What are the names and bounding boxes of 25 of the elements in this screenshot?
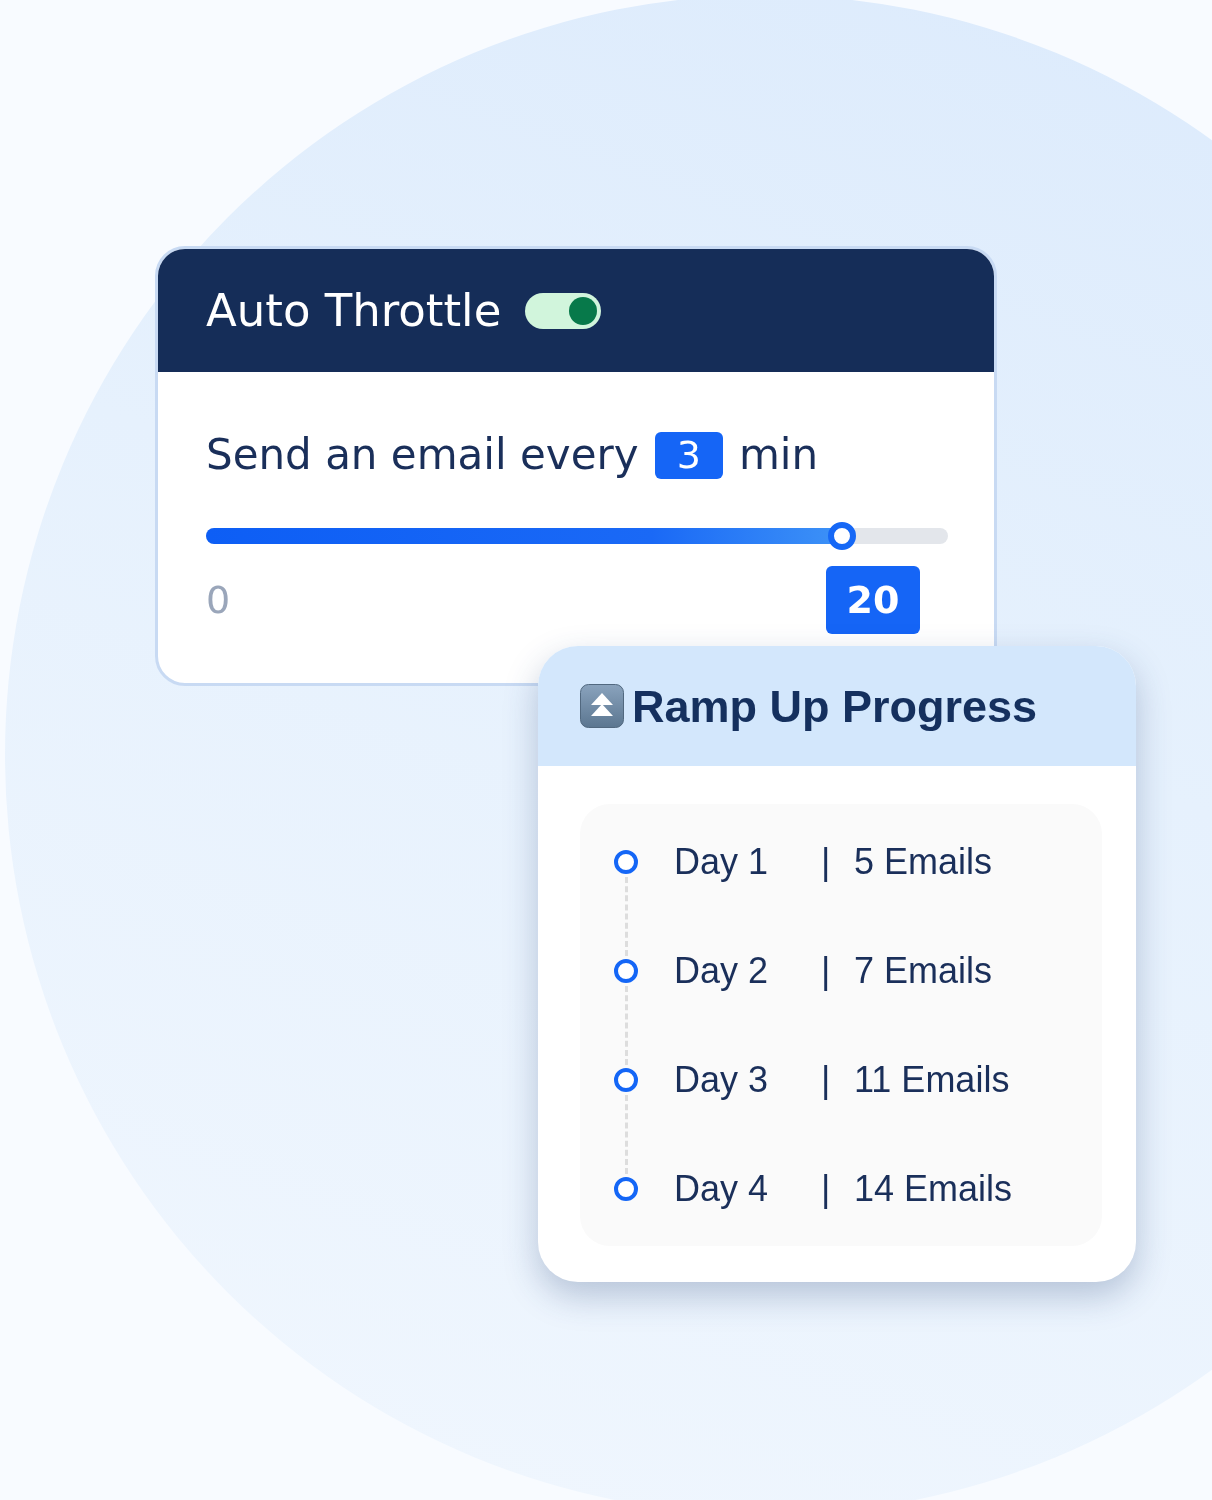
toggle-switch[interactable] xyxy=(525,292,602,329)
circle-marker-icon xyxy=(614,1068,638,1092)
card-title: Ramp Up Progress xyxy=(632,683,1038,729)
slider-max-value: 20 xyxy=(826,566,920,634)
separator-text: | xyxy=(821,1167,832,1211)
slider-thumb[interactable] xyxy=(827,522,856,550)
separator-text: | xyxy=(821,949,832,993)
circle-marker-icon xyxy=(614,1177,638,1201)
interval-unit: min xyxy=(738,430,819,480)
email-count: 14 Emails xyxy=(854,1167,1013,1211)
email-count: 7 Emails xyxy=(854,949,993,993)
interval-value: 3 xyxy=(654,431,723,479)
day-label: Day 3 xyxy=(674,1058,770,1102)
circle-marker-icon xyxy=(614,959,638,983)
email-count: 11 Emails xyxy=(854,1058,1010,1102)
day-label: Day 1 xyxy=(674,840,770,884)
day-label: Day 4 xyxy=(674,1167,770,1211)
email-count: 5 Emails xyxy=(854,840,993,884)
separator-text: | xyxy=(821,1058,832,1102)
day-label: Day 2 xyxy=(674,949,770,993)
circle-marker-icon xyxy=(614,850,638,874)
slider-min-label: 0 xyxy=(206,581,231,619)
separator-text: | xyxy=(821,840,832,884)
interval-label: Send an email every xyxy=(206,430,639,480)
card-title: Auto Throttle xyxy=(206,288,502,333)
